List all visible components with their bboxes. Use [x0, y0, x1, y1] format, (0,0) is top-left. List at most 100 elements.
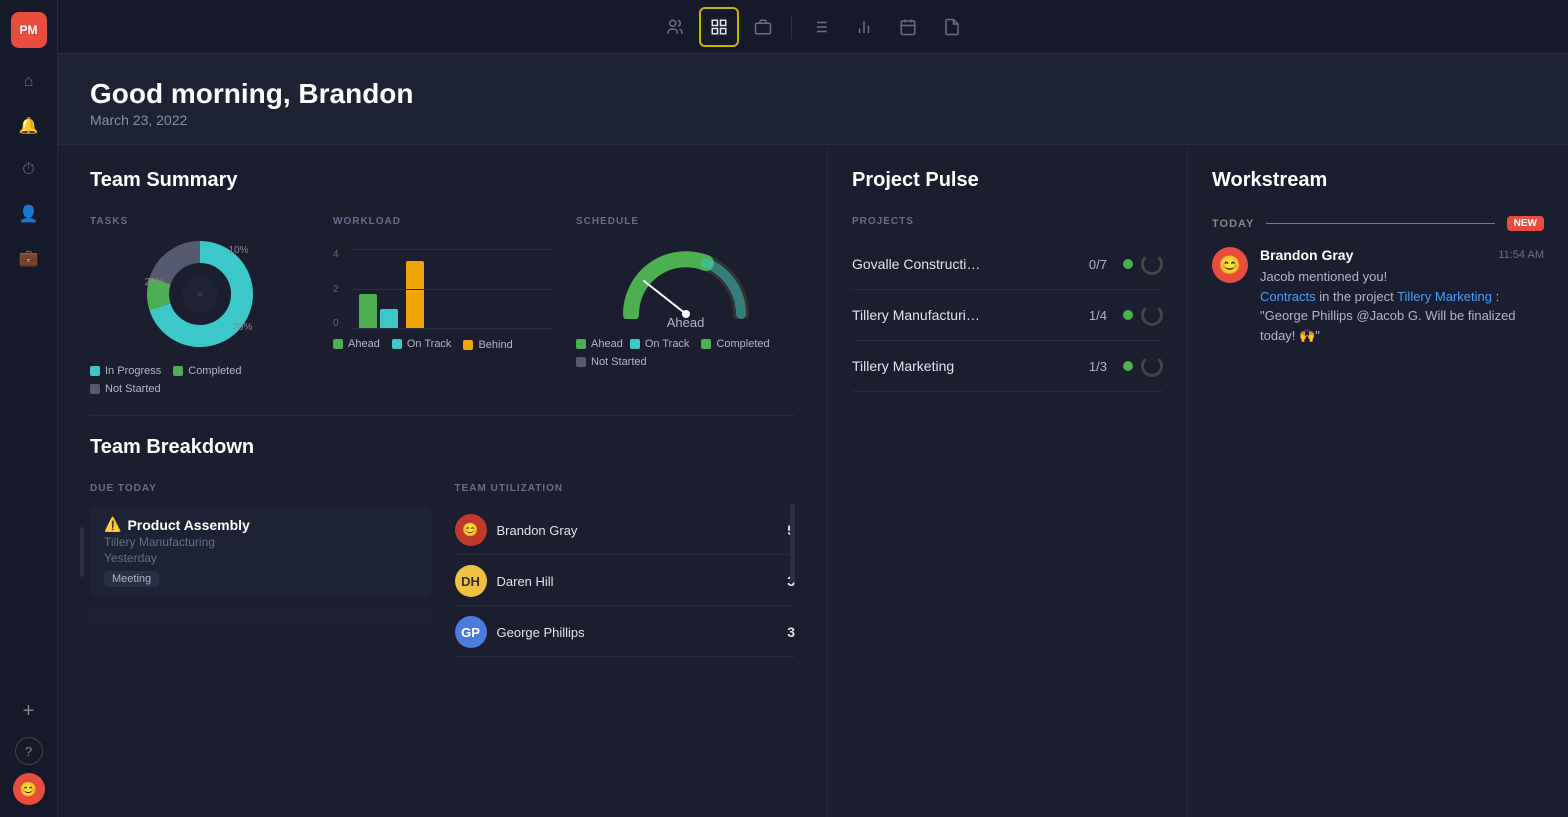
due-today-label: DUE TODAY [90, 483, 431, 494]
message-text-mid: in the project [1319, 289, 1397, 304]
pie-label-10pct: 10% [228, 245, 248, 256]
util-item-george[interactable]: GP George Phillips 3 [455, 608, 796, 657]
task-item-product-assembly[interactable]: ⚠️ Product Assembly Tillery Manufacturin… [90, 506, 431, 597]
left-panel: Team Summary TASKS [58, 145, 828, 817]
team-util-col: TEAM UTILIZATION 😊 Brandon Gray 5 [455, 483, 796, 657]
sidebar-item-help[interactable]: ? [15, 737, 43, 765]
util-avatar-daren: DH [455, 565, 487, 597]
sidebar-item-briefcase[interactable]: 💼 [11, 240, 47, 276]
tasks-section: TASKS [90, 216, 309, 395]
new-badge: NEW [1507, 216, 1544, 231]
ring-tillery-mkt [1141, 355, 1163, 377]
team-summary-title: Team Summary [90, 169, 795, 192]
util-name-daren: Daren Hill [497, 574, 778, 589]
message-text-before: Jacob mentioned you! [1260, 269, 1387, 284]
page-header: Good morning, Brandon March 23, 2022 [58, 54, 1568, 145]
sidebar-item-add[interactable]: + [11, 693, 47, 729]
workstream-today-label: TODAY [1212, 218, 1254, 230]
tasks-legend: In Progress Completed Not Started [90, 365, 309, 395]
util-item-daren[interactable]: DH Daren Hill 3 [455, 557, 796, 606]
legend-ahead: Ahead [333, 337, 380, 351]
legend-dot-on-track [392, 339, 402, 349]
task-project: Tillery Manufacturing [104, 535, 417, 549]
project-progress-tillery-mfg: 1/4 [1089, 308, 1107, 323]
main-area: Good morning, Brandon March 23, 2022 Tea… [58, 0, 1568, 817]
nav-bars-btn[interactable] [844, 7, 884, 47]
util-count-george: 3 [787, 624, 795, 640]
status-dot-tillery-mfg [1123, 310, 1133, 320]
dashboard: Team Summary TASKS [58, 145, 1568, 817]
legend-dot-completed-2 [701, 339, 711, 349]
workstream-line [1266, 223, 1494, 224]
util-item-brandon[interactable]: 😊 Brandon Gray 5 [455, 506, 796, 555]
util-avatar-george: GP [455, 616, 487, 648]
message-sender: Brandon Gray [1260, 247, 1353, 263]
sidebar-item-people[interactable]: 👤 [11, 196, 47, 232]
legend-dot-not-started [90, 384, 100, 394]
legend-dot-in-progress [90, 366, 100, 376]
section-divider [90, 415, 795, 416]
workstream-panel: Workstream TODAY NEW 😊 Brandon Gray 11:5… [1188, 145, 1568, 817]
project-row-tillery-mfg[interactable]: Tillery Manufacturi… 1/4 [852, 290, 1163, 341]
team-summary-grid: TASKS [90, 216, 795, 395]
ring-govalle [1141, 253, 1163, 275]
main-content: Good morning, Brandon March 23, 2022 Tea… [58, 54, 1568, 817]
message-body: Brandon Gray 11:54 AM Jacob mentioned yo… [1260, 247, 1544, 345]
task-title: ⚠️ Product Assembly [104, 516, 417, 533]
legend-completed-2: Completed [701, 338, 769, 350]
task-warning-icon: ⚠️ [104, 516, 121, 533]
util-avatar-brandon: 😊 [455, 514, 487, 546]
y-axis: 4 2 0 [333, 249, 345, 329]
message-text: Jacob mentioned you! Contracts in the pr… [1260, 267, 1544, 345]
nav-list-btn[interactable] [800, 7, 840, 47]
nav-briefcase-btn[interactable] [743, 7, 783, 47]
message-link-tillery[interactable]: Tillery Marketing [1397, 289, 1492, 304]
sidebar: PM ⌂ 🔔 ⏱ 👤 💼 + ? 😊 [0, 0, 58, 817]
workload-legend: Ahead On Track Behind [333, 337, 552, 351]
util-name-brandon: Brandon Gray [497, 523, 778, 538]
workstream-timeline-header: TODAY NEW [1212, 216, 1544, 231]
legend-in-progress: In Progress [90, 365, 161, 377]
workload-section: WORKLOAD 4 2 0 [333, 216, 552, 395]
tasks-label: TASKS [90, 216, 128, 227]
project-row-tillery-mkt[interactable]: Tillery Marketing 1/3 [852, 341, 1163, 392]
workstream-title: Workstream [1212, 169, 1544, 192]
util-name-george: George Phillips [497, 625, 778, 640]
nav-document-btn[interactable] [932, 7, 972, 47]
nav-team-btn[interactable] [655, 7, 695, 47]
legend-dot-completed [173, 366, 183, 376]
schedule-label: SCHEDULE [576, 216, 795, 227]
project-name-tillery-mfg: Tillery Manufacturi… [852, 307, 1081, 323]
legend-dot-ahead-on-track [576, 339, 586, 349]
sidebar-item-clock[interactable]: ⏱ [11, 152, 47, 188]
task-tag: Meeting [104, 571, 159, 587]
sidebar-item-home[interactable]: ⌂ [11, 64, 47, 100]
status-dot-govalle [1123, 259, 1133, 269]
bar-chart [351, 249, 552, 329]
util-scrollbar [790, 503, 795, 583]
page-greeting: Good morning, Brandon [90, 78, 1536, 110]
task-due: Yesterday [104, 551, 417, 565]
nav-dashboard-btn[interactable] [699, 7, 739, 47]
task-item-partial[interactable] [90, 605, 431, 625]
legend-ahead-on-track: Ahead On Track [576, 338, 689, 350]
legend-behind: Behind [463, 339, 512, 351]
legend-dot-not-started-2 [576, 357, 586, 367]
sidebar-item-notifications[interactable]: 🔔 [11, 108, 47, 144]
project-progress-tillery-mkt: 1/3 [1089, 359, 1107, 374]
message-header: Brandon Gray 11:54 AM [1260, 247, 1544, 263]
message-link-contracts[interactable]: Contracts [1260, 289, 1316, 304]
user-avatar[interactable]: 😊 [13, 773, 45, 805]
team-breakdown-title: Team Breakdown [90, 436, 795, 459]
app-logo[interactable]: PM [11, 12, 47, 48]
message-avatar: 😊 [1212, 247, 1248, 283]
nav-calendar-btn[interactable] [888, 7, 928, 47]
legend-dot-behind [463, 340, 473, 350]
bar-ontrack-1 [380, 309, 398, 329]
pie-label-20pct: 20% [145, 277, 165, 288]
breakdown-grid: DUE TODAY ⚠️ Product Assembly Tillery Ma… [90, 483, 795, 657]
ring-tillery-mfg [1141, 304, 1163, 326]
team-util-label: TEAM UTILIZATION [455, 483, 796, 494]
project-row-govalle[interactable]: Govalle Constructi… 0/7 [852, 239, 1163, 290]
message-time: 11:54 AM [1498, 249, 1544, 261]
